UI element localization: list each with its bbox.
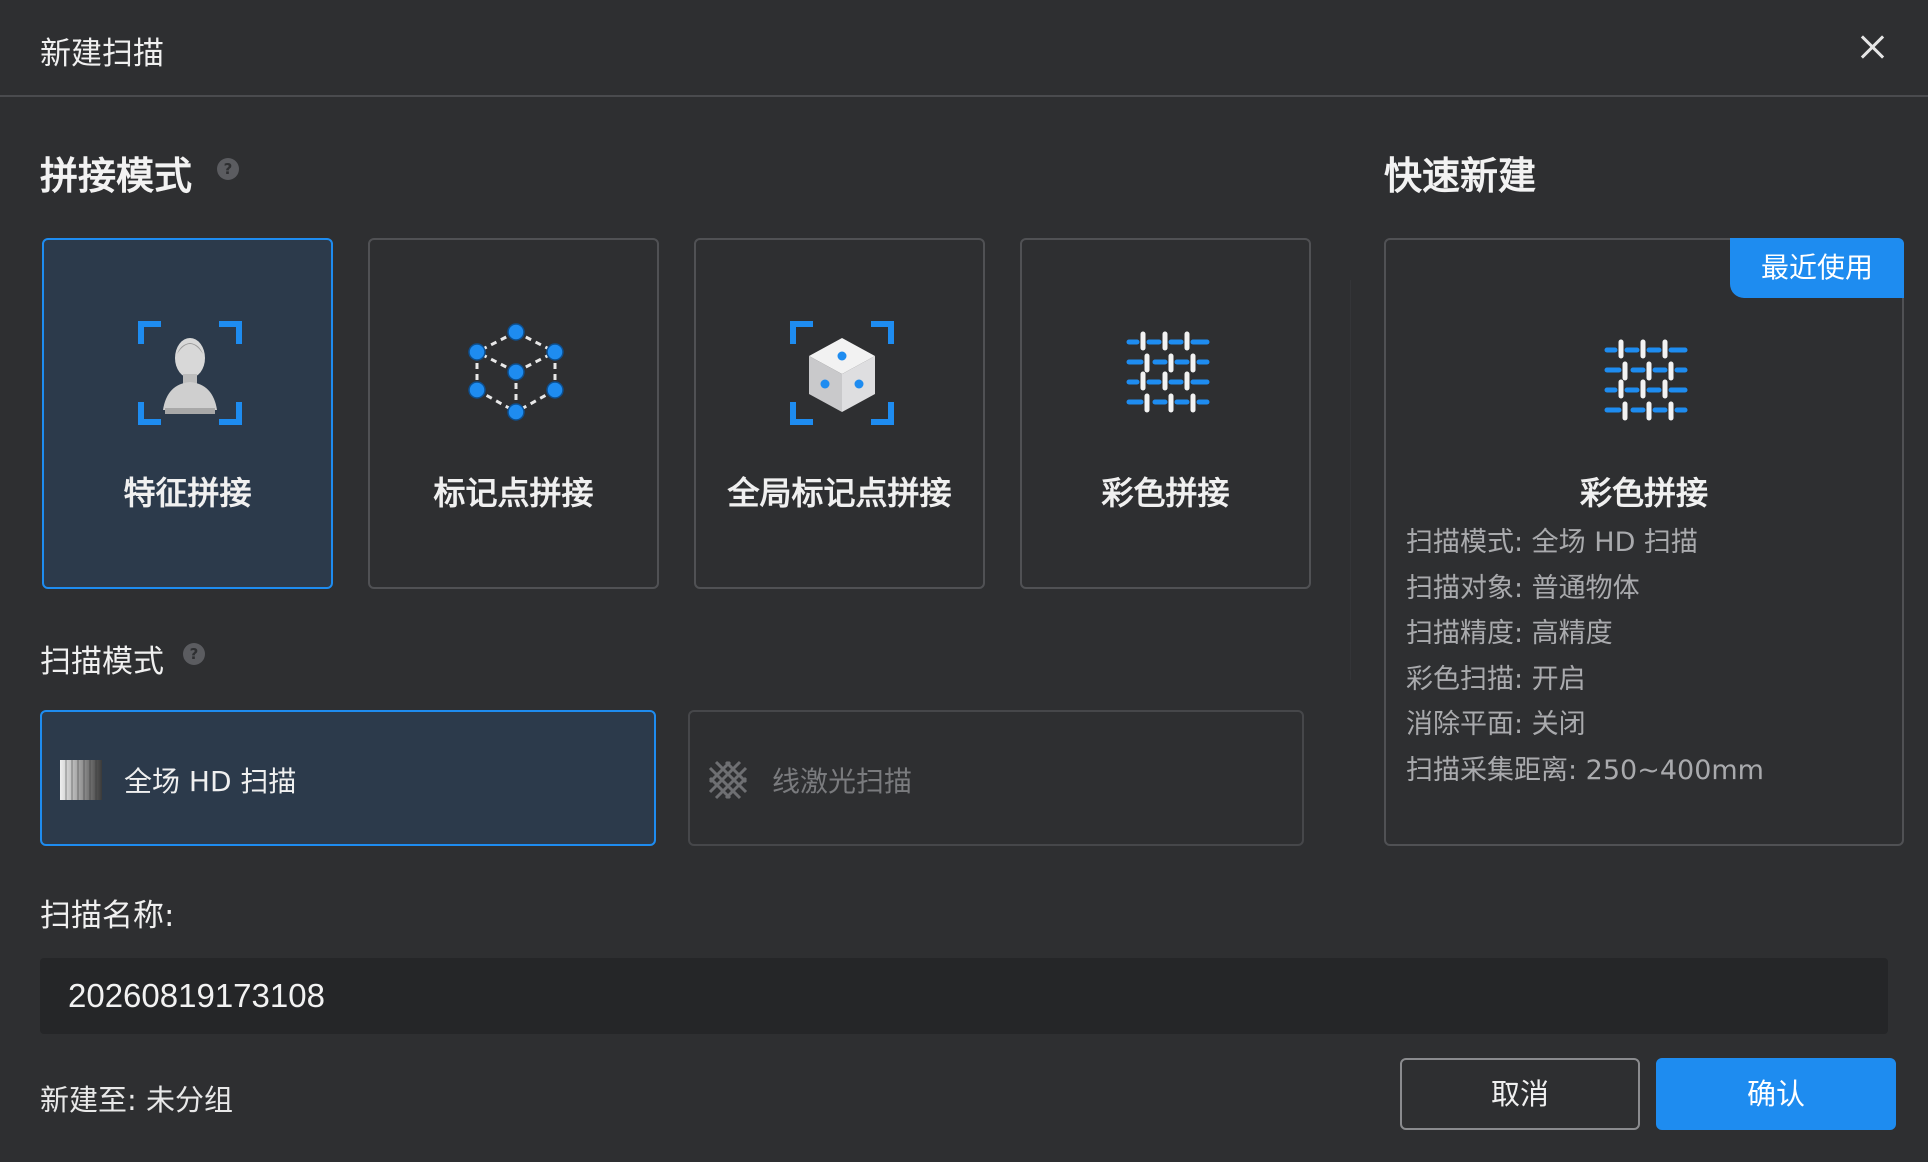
scan-mode-help-icon[interactable]: ?: [183, 643, 205, 665]
dialog-title: 新建扫描: [40, 36, 164, 72]
title-bar: 新建扫描: [0, 0, 1928, 97]
bust-statue-icon: [138, 321, 242, 425]
info-scan-distance: 扫描采集距离: 250~400mm: [1406, 754, 1764, 786]
scan-mode-label: 全场 HD 扫描: [124, 765, 297, 798]
confirm-button[interactable]: 确认: [1656, 1058, 1896, 1130]
stitch-mode-global-marker[interactable]: 全局标记点拼接: [694, 238, 985, 589]
close-icon[interactable]: [1852, 28, 1892, 68]
stitch-mode-help-icon[interactable]: ?: [217, 158, 239, 180]
quick-new-heading: 快速新建: [1384, 154, 1537, 198]
cancel-button[interactable]: 取消: [1400, 1058, 1640, 1130]
info-scan-precision: 扫描精度: 高精度: [1406, 618, 1613, 649]
stitch-mode-label: 标记点拼接: [433, 474, 594, 512]
scan-mode-line-laser: 线激光扫描: [688, 710, 1304, 846]
color-stitch-icon: [1126, 331, 1210, 413]
new-scan-dialog: 新建扫描 拼接模式 ? 特征拼接 标记点拼接 全局标记点拼接 彩色拼接 扫描模式…: [0, 0, 1928, 1162]
section-divider: [1350, 280, 1351, 680]
scan-mode-label: 线激光扫描: [772, 765, 913, 798]
line-laser-icon: [708, 760, 748, 800]
scan-mode-heading: 扫描模式: [40, 644, 164, 680]
scan-mode-fullfield-hd[interactable]: 全场 HD 扫描: [40, 710, 656, 846]
info-color-scan: 彩色扫描: 开启: [1406, 663, 1586, 695]
save-location-text: 新建至: 未分组: [40, 1083, 233, 1117]
recent-used-badge: 最近使用: [1730, 238, 1904, 298]
stitch-mode-label: 彩色拼接: [1101, 474, 1230, 512]
info-scan-object: 扫描对象: 普通物体: [1406, 572, 1640, 604]
stitch-mode-heading: 拼接模式: [40, 154, 193, 198]
stitch-mode-marker[interactable]: 标记点拼接: [368, 238, 659, 589]
color-stitch-icon: [1604, 339, 1688, 421]
stitch-mode-color[interactable]: 彩色拼接: [1020, 238, 1311, 589]
info-scan-mode: 扫描模式: 全场 HD 扫描: [1406, 527, 1698, 558]
stitch-mode-feature[interactable]: 特征拼接: [42, 238, 333, 589]
stitch-mode-label: 全局标记点拼接: [727, 474, 952, 512]
quick-preset-info: 扫描模式: 全场 HD 扫描 扫描对象: 普通物体 扫描精度: 高精度 彩色扫描…: [1406, 520, 1764, 793]
stitch-mode-label: 特征拼接: [123, 474, 252, 512]
quick-preset-name: 彩色拼接: [1579, 474, 1708, 512]
fullfield-hd-icon: [60, 760, 102, 800]
global-marker-cube-icon: [790, 321, 894, 425]
quick-new-card[interactable]: 最近使用 彩色拼接 扫描模式: 全场 HD 扫描 扫描对象: 普通物体 扫描精度…: [1384, 238, 1904, 846]
scan-name-input[interactable]: [40, 958, 1888, 1034]
marker-points-icon: [468, 323, 564, 421]
scan-name-label: 扫描名称:: [40, 898, 175, 934]
info-remove-plane: 消除平面: 关闭: [1406, 709, 1586, 740]
